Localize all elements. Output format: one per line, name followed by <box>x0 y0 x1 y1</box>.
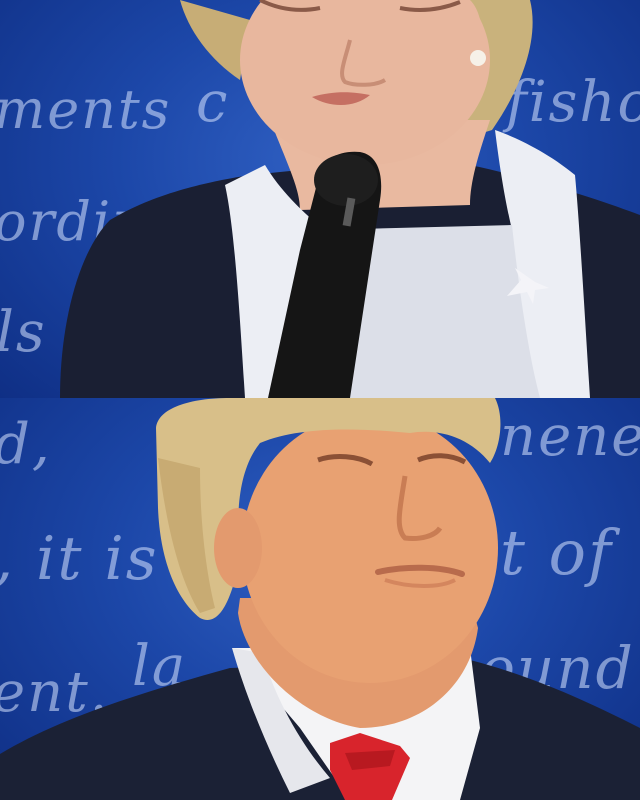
top-video-frame: ments c fisho ordin ls <box>0 0 640 398</box>
bottom-video-frame: d, nene , it is t of ent. la ound <box>0 398 640 800</box>
speaker-figure <box>0 398 640 800</box>
speaker-figure <box>60 0 640 398</box>
